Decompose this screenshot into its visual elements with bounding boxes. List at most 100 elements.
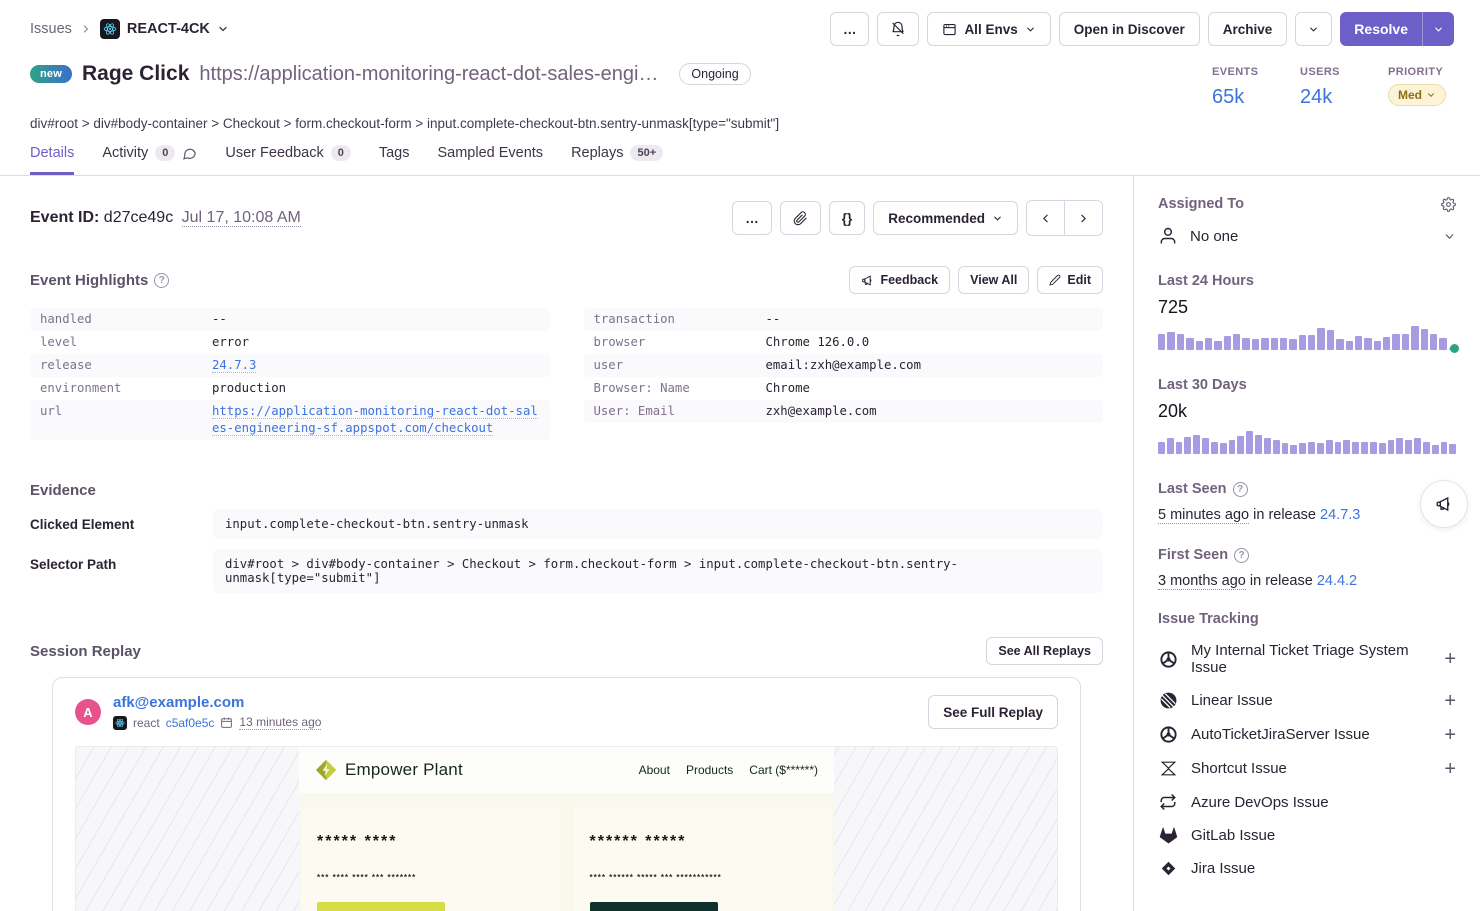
top-bar: Issues REACT-4CK … xyxy=(0,0,1480,56)
ticket-triage-icon xyxy=(1158,650,1178,669)
recommended-label: Recommended xyxy=(888,211,985,226)
event-more-button[interactable]: … xyxy=(732,201,772,235)
add-to-cart-button: Add to cart — $****** xyxy=(590,902,718,911)
tab-tags[interactable]: Tags xyxy=(379,145,410,175)
chevron-down-icon xyxy=(1426,90,1436,100)
list-item: Shortcut Issue + xyxy=(1158,759,1456,778)
replay-user-link[interactable]: afk@example.com xyxy=(113,694,928,711)
archive-button[interactable]: Archive xyxy=(1208,12,1288,46)
replay-id-link[interactable]: c5af0e5c xyxy=(166,716,215,730)
chevron-left-icon xyxy=(1039,212,1052,225)
more-actions-button[interactable]: … xyxy=(830,12,870,46)
chevron-down-icon xyxy=(1025,24,1036,35)
first-seen-mid: in release xyxy=(1250,573,1313,589)
mute-alerts-button[interactable] xyxy=(877,12,919,46)
resolve-button[interactable]: Resolve xyxy=(1340,12,1422,46)
last-seen-time[interactable]: 5 minutes ago xyxy=(1158,507,1249,524)
clicked-element-value: input.complete-checkout-btn.sentry-unmas… xyxy=(213,509,1103,539)
bell-slash-icon xyxy=(890,21,906,37)
tab-activity[interactable]: Activity 0 xyxy=(102,145,197,175)
chevron-down-icon xyxy=(217,23,229,35)
selector-path-value: div#root > div#body-container > Checkout… xyxy=(213,549,1103,593)
list-item: GitLab Issue xyxy=(1158,826,1456,845)
tab-replays[interactable]: Replays 50+ xyxy=(571,145,663,175)
priority-selector[interactable]: Med xyxy=(1388,84,1446,106)
table-row: environmentproduction xyxy=(30,377,550,400)
first-seen-time[interactable]: 3 months ago xyxy=(1158,573,1246,590)
floating-feedback-button[interactable] xyxy=(1420,480,1468,528)
top-actions: … All Envs Open in Discover Archive Reso… xyxy=(830,12,1454,46)
env-label: All Envs xyxy=(964,22,1017,37)
view-all-button[interactable]: View All xyxy=(958,266,1029,294)
breadcrumb-issues-link[interactable]: Issues xyxy=(30,21,72,37)
tab-details[interactable]: Details xyxy=(30,145,74,175)
add-issue-button[interactable]: + xyxy=(1444,728,1456,742)
substatus-badge: Ongoing xyxy=(679,63,750,85)
selector-path-label: Selector Path xyxy=(30,549,213,572)
last-30-days-chart xyxy=(1158,430,1456,454)
attachments-button[interactable] xyxy=(780,201,821,235)
first-seen-section: First Seen? 3 months ago in release 24.4… xyxy=(1158,547,1456,589)
last-24-hours-chart xyxy=(1158,326,1456,350)
table-row: useremail:zxh@example.com xyxy=(584,354,1104,377)
view-json-button[interactable]: {} xyxy=(829,201,866,235)
last-24-hours-section: Last 24 Hours 725 xyxy=(1158,273,1456,350)
previous-event-button[interactable] xyxy=(1027,201,1064,235)
last-seen-release-link[interactable]: 24.7.3 xyxy=(1320,507,1360,523)
events-count[interactable]: 65k xyxy=(1212,86,1266,109)
replay-viewport: Empower Plant About Products Cart ($****… xyxy=(299,747,834,911)
archive-dropdown-button[interactable] xyxy=(1295,12,1332,46)
feedback-button[interactable]: Feedback xyxy=(849,266,950,294)
chevron-down-icon xyxy=(992,213,1003,224)
events-label: EVENTS xyxy=(1212,66,1266,78)
gear-icon[interactable] xyxy=(1441,197,1456,212)
last-30-days-title: Last 30 Days xyxy=(1158,377,1247,393)
replays-count-badge: 50+ xyxy=(630,145,663,161)
list-item: Linear Issue + xyxy=(1158,691,1456,710)
edit-highlights-button[interactable]: Edit xyxy=(1037,266,1103,294)
see-all-replays-button[interactable]: See All Replays xyxy=(986,637,1103,665)
event-selector-dropdown[interactable]: Recommended xyxy=(873,201,1018,235)
assignee-value: No one xyxy=(1190,228,1431,245)
issue-header: new Rage Click https://application-monit… xyxy=(0,56,1480,109)
environment-selector[interactable]: All Envs xyxy=(927,12,1050,46)
first-seen-release-link[interactable]: 24.4.2 xyxy=(1317,573,1357,589)
product-card: ***** **** *** **** **** *** ******* Add… xyxy=(301,807,560,911)
issue-tracking-title: Issue Tracking xyxy=(1158,611,1259,627)
event-timestamp[interactable]: Jul 17, 10:08 AM xyxy=(182,209,301,227)
help-icon[interactable]: ? xyxy=(154,273,169,288)
add-issue-button[interactable]: + xyxy=(1444,652,1456,666)
replay-time-ago[interactable]: 13 minutes ago xyxy=(239,715,321,730)
add-issue-button[interactable]: + xyxy=(1444,762,1456,776)
window-icon xyxy=(942,22,957,37)
evidence-title: Evidence xyxy=(30,482,96,499)
release-link[interactable]: 24.7.3 xyxy=(212,358,256,373)
project-name: REACT-4CK xyxy=(127,21,210,37)
last-seen-mid: in release xyxy=(1253,507,1316,523)
chevron-right-icon xyxy=(80,23,92,35)
tab-sampled-events[interactable]: Sampled Events xyxy=(437,145,543,175)
see-full-replay-button[interactable]: See Full Replay xyxy=(928,695,1058,729)
users-count[interactable]: 24k xyxy=(1300,86,1354,109)
add-issue-button[interactable]: + xyxy=(1444,694,1456,708)
next-event-button[interactable] xyxy=(1064,201,1102,235)
help-icon[interactable]: ? xyxy=(1233,482,1248,497)
resolve-split-button: Resolve xyxy=(1340,12,1454,46)
table-row: Browser: NameChrome xyxy=(584,377,1104,400)
last-24-hours-count: 725 xyxy=(1158,297,1456,318)
resolve-dropdown-button[interactable] xyxy=(1422,12,1454,46)
event-id-label: Event ID: xyxy=(30,209,99,226)
assignee-selector[interactable]: No one xyxy=(1158,226,1456,246)
project-switcher[interactable]: REACT-4CK xyxy=(100,19,229,39)
tab-user-feedback[interactable]: User Feedback 0 xyxy=(225,145,350,175)
url-link[interactable]: https://application-monitoring-react-dot… xyxy=(212,404,538,436)
comment-bubble-icon[interactable] xyxy=(182,146,197,161)
replay-preview[interactable]: Empower Plant About Products Cart ($****… xyxy=(75,746,1058,911)
feedback-count-badge: 0 xyxy=(331,145,351,161)
open-in-discover-button[interactable]: Open in Discover xyxy=(1059,12,1200,46)
megaphone-icon xyxy=(861,274,874,287)
table-row: levelerror xyxy=(30,331,550,354)
help-icon[interactable]: ? xyxy=(1234,548,1249,563)
list-item: Jira Issue xyxy=(1158,860,1456,877)
evidence-row: Selector Path div#root > div#body-contai… xyxy=(30,549,1103,593)
